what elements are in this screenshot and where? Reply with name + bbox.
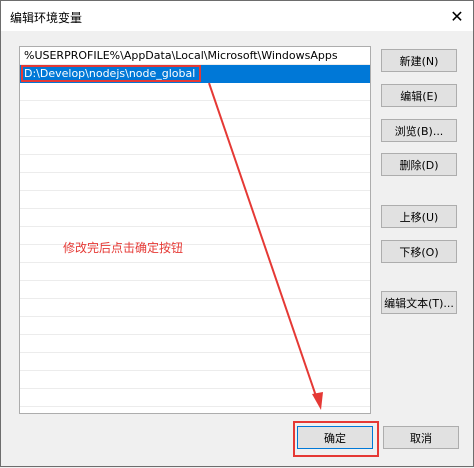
- list-item-empty[interactable]: [20, 119, 370, 137]
- list-item[interactable]: %USERPROFILE%\AppData\Local\Microsoft\Wi…: [20, 47, 370, 65]
- list-item-empty[interactable]: [20, 263, 370, 281]
- list-item-empty[interactable]: [20, 389, 370, 407]
- edit-env-var-dialog: 编辑环境变量 ✕ %USERPROFILE%\AppData\Local\Mic…: [0, 0, 474, 467]
- new-button[interactable]: 新建(N): [381, 49, 457, 72]
- edit-button[interactable]: 编辑(E): [381, 84, 457, 107]
- list-item-empty[interactable]: [20, 299, 370, 317]
- list-item-empty[interactable]: [20, 371, 370, 389]
- cancel-button[interactable]: 取消: [383, 426, 459, 449]
- browse-button[interactable]: 浏览(B)...: [381, 119, 457, 142]
- title-bar[interactable]: 编辑环境变量 ✕: [1, 1, 473, 31]
- dialog-title: 编辑环境变量: [10, 11, 83, 25]
- ok-button[interactable]: 确定: [297, 426, 373, 449]
- list-item-empty[interactable]: [20, 173, 370, 191]
- path-list[interactable]: %USERPROFILE%\AppData\Local\Microsoft\Wi…: [19, 46, 371, 414]
- list-item-empty[interactable]: [20, 353, 370, 371]
- edit-text-button[interactable]: 编辑文本(T)...: [381, 291, 457, 314]
- list-item-empty[interactable]: [20, 209, 370, 227]
- move-up-button[interactable]: 上移(U): [381, 205, 457, 228]
- list-item-empty[interactable]: [20, 317, 370, 335]
- list-item-empty[interactable]: [20, 335, 370, 353]
- list-item-empty[interactable]: [20, 101, 370, 119]
- delete-button[interactable]: 删除(D): [381, 153, 457, 176]
- instruction-annotation: 修改完后点击确定按钮: [63, 241, 184, 255]
- move-down-button[interactable]: 下移(O): [381, 240, 457, 263]
- list-item-empty[interactable]: [20, 155, 370, 173]
- close-icon[interactable]: ✕: [441, 1, 473, 31]
- list-item-empty[interactable]: [20, 191, 370, 209]
- list-item-empty[interactable]: [20, 281, 370, 299]
- list-item-empty[interactable]: [20, 137, 370, 155]
- list-item-selected[interactable]: D:\Develop\nodejs\node_global: [20, 65, 370, 83]
- list-item-empty[interactable]: [20, 83, 370, 101]
